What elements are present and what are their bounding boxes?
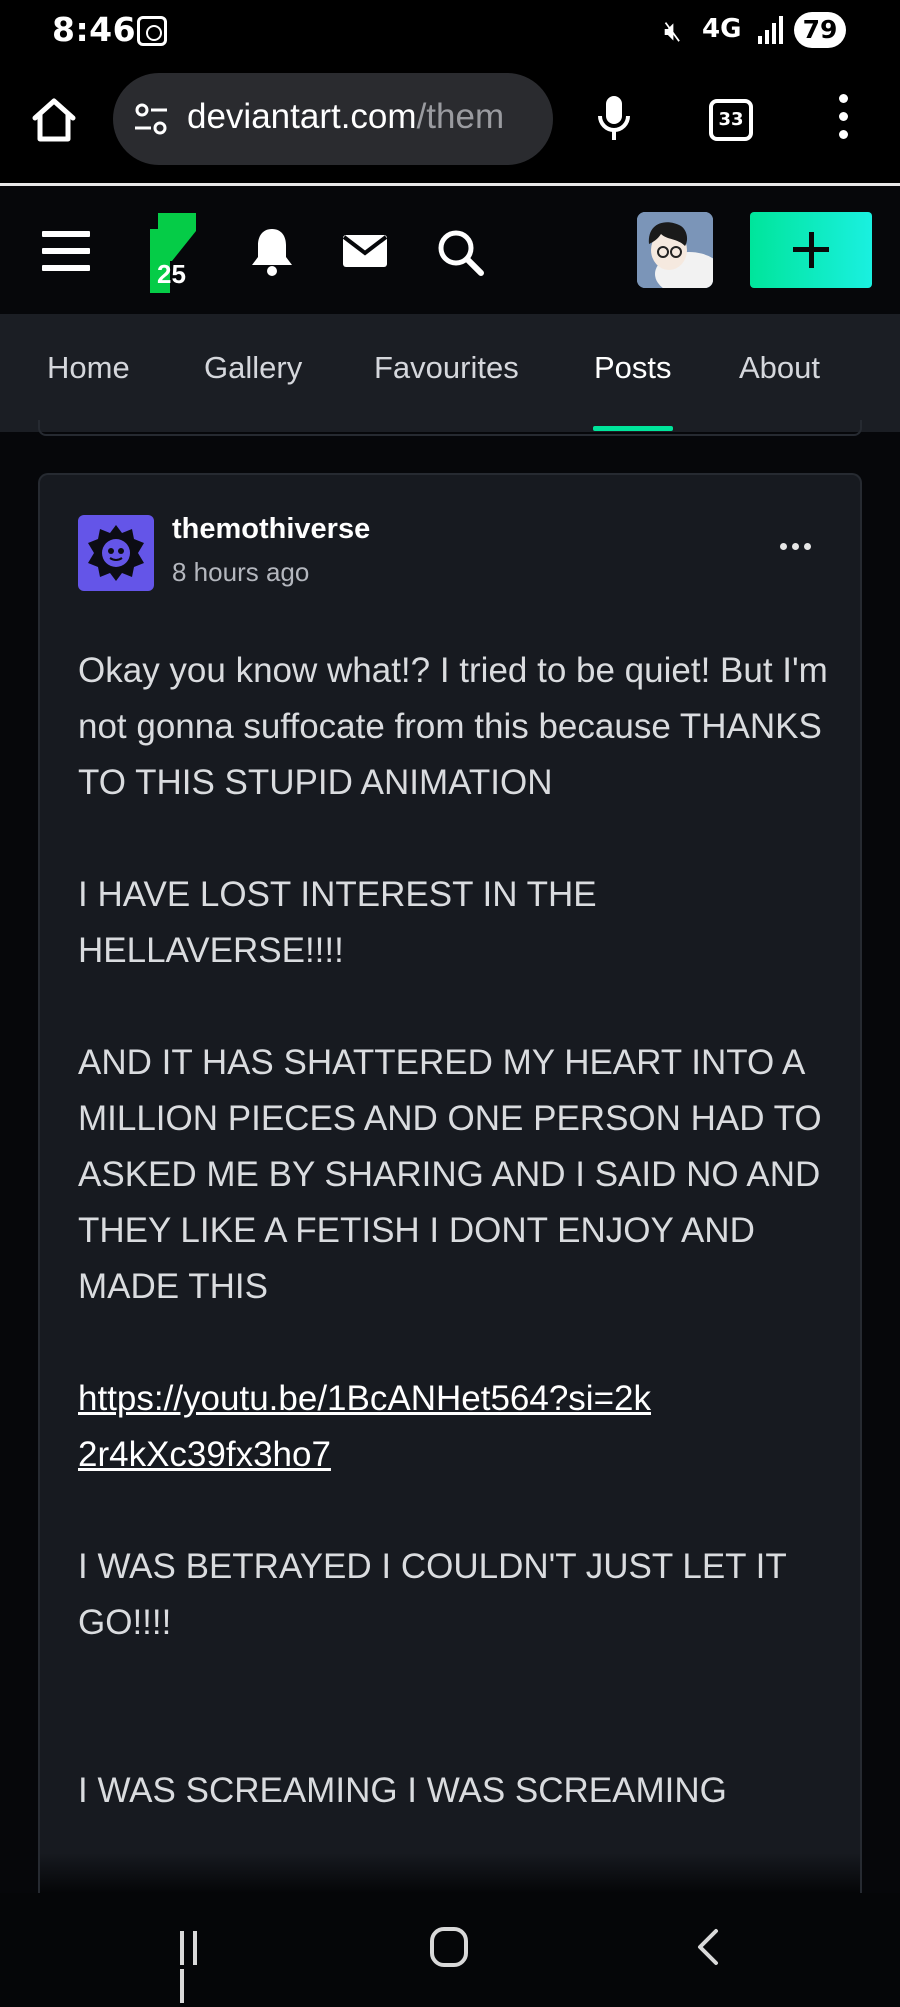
user-avatar[interactable] — [637, 212, 713, 288]
tab-posts[interactable]: Posts — [594, 350, 672, 386]
tab-switcher-button[interactable]: 33 — [709, 99, 753, 141]
home-key-icon[interactable] — [430, 1927, 468, 1967]
mail-icon[interactable] — [341, 233, 389, 269]
menu-icon[interactable] — [42, 231, 90, 271]
post-paragraph-4: I WAS BETRAYED I COULDN'T JUST LET IT GO… — [78, 1547, 787, 1642]
screen-record-icon — [137, 16, 167, 46]
back-icon[interactable] — [690, 1927, 726, 1967]
search-icon[interactable] — [435, 227, 485, 277]
microphone-icon[interactable] — [596, 94, 632, 144]
post-paragraph-1: Okay you know what!? I tried to be quiet… — [78, 651, 828, 802]
post-youtube-link[interactable]: https://youtu.be/1BcANHet564?si=2k2r4kXc… — [78, 1371, 658, 1483]
status-time: 8:46 — [52, 10, 137, 49]
logo-badge: 25 — [157, 259, 186, 289]
home-icon[interactable] — [30, 96, 78, 144]
post-author[interactable]: themothiverse — [172, 513, 370, 546]
post-card: themothiverse 8 hours ago Okay you know … — [38, 473, 862, 1893]
system-navigation-bar — [0, 1893, 900, 2007]
tab-favourites[interactable]: Favourites — [374, 350, 519, 386]
previous-card-edge — [38, 420, 862, 436]
post-body: Okay you know what!? I tried to be quiet… — [78, 643, 838, 1819]
bell-icon[interactable] — [248, 225, 296, 277]
create-button[interactable] — [750, 212, 872, 288]
url-text: deviantart.com/them — [187, 97, 504, 137]
tab-home[interactable]: Home — [47, 350, 130, 386]
scroll-fade — [40, 1853, 860, 1893]
site-header: 25 — [0, 189, 900, 314]
status-bar: 8:46 🔇︎ 4G 79 — [0, 0, 900, 64]
author-avatar-illustration — [88, 525, 144, 581]
network-type: 4G — [702, 14, 742, 44]
url-domain: deviantart.com — [187, 97, 417, 136]
browser-toolbar: deviantart.com/them 33 — [0, 64, 900, 186]
tab-gallery[interactable]: Gallery — [204, 350, 302, 386]
mute-icon: 🔇︎ — [664, 14, 682, 47]
post-paragraph-2: I HAVE LOST INTEREST IN THE HELLAVERSE!!… — [78, 875, 597, 970]
url-path: /them — [416, 97, 505, 136]
browser-menu-icon[interactable] — [835, 94, 851, 144]
avatar-illustration — [637, 212, 713, 288]
post-timestamp[interactable]: 8 hours ago — [172, 557, 309, 588]
battery-level: 79 — [794, 12, 846, 48]
author-avatar[interactable] — [78, 515, 154, 591]
recents-icon[interactable] — [180, 1931, 216, 2003]
post-paragraph-3: AND IT HAS SHATTERED MY HEART INTO A MIL… — [78, 1043, 822, 1306]
more-options-icon[interactable] — [780, 535, 816, 550]
address-bar[interactable]: deviantart.com/them — [113, 73, 553, 165]
signal-icon — [758, 14, 786, 44]
post-paragraph-5: I WAS SCREAMING I WAS SCREAMING — [78, 1771, 727, 1810]
site-settings-icon[interactable] — [133, 101, 169, 137]
profile-tabs: Home Gallery Favourites Posts About — [0, 314, 900, 432]
tab-about[interactable]: About — [739, 350, 820, 386]
